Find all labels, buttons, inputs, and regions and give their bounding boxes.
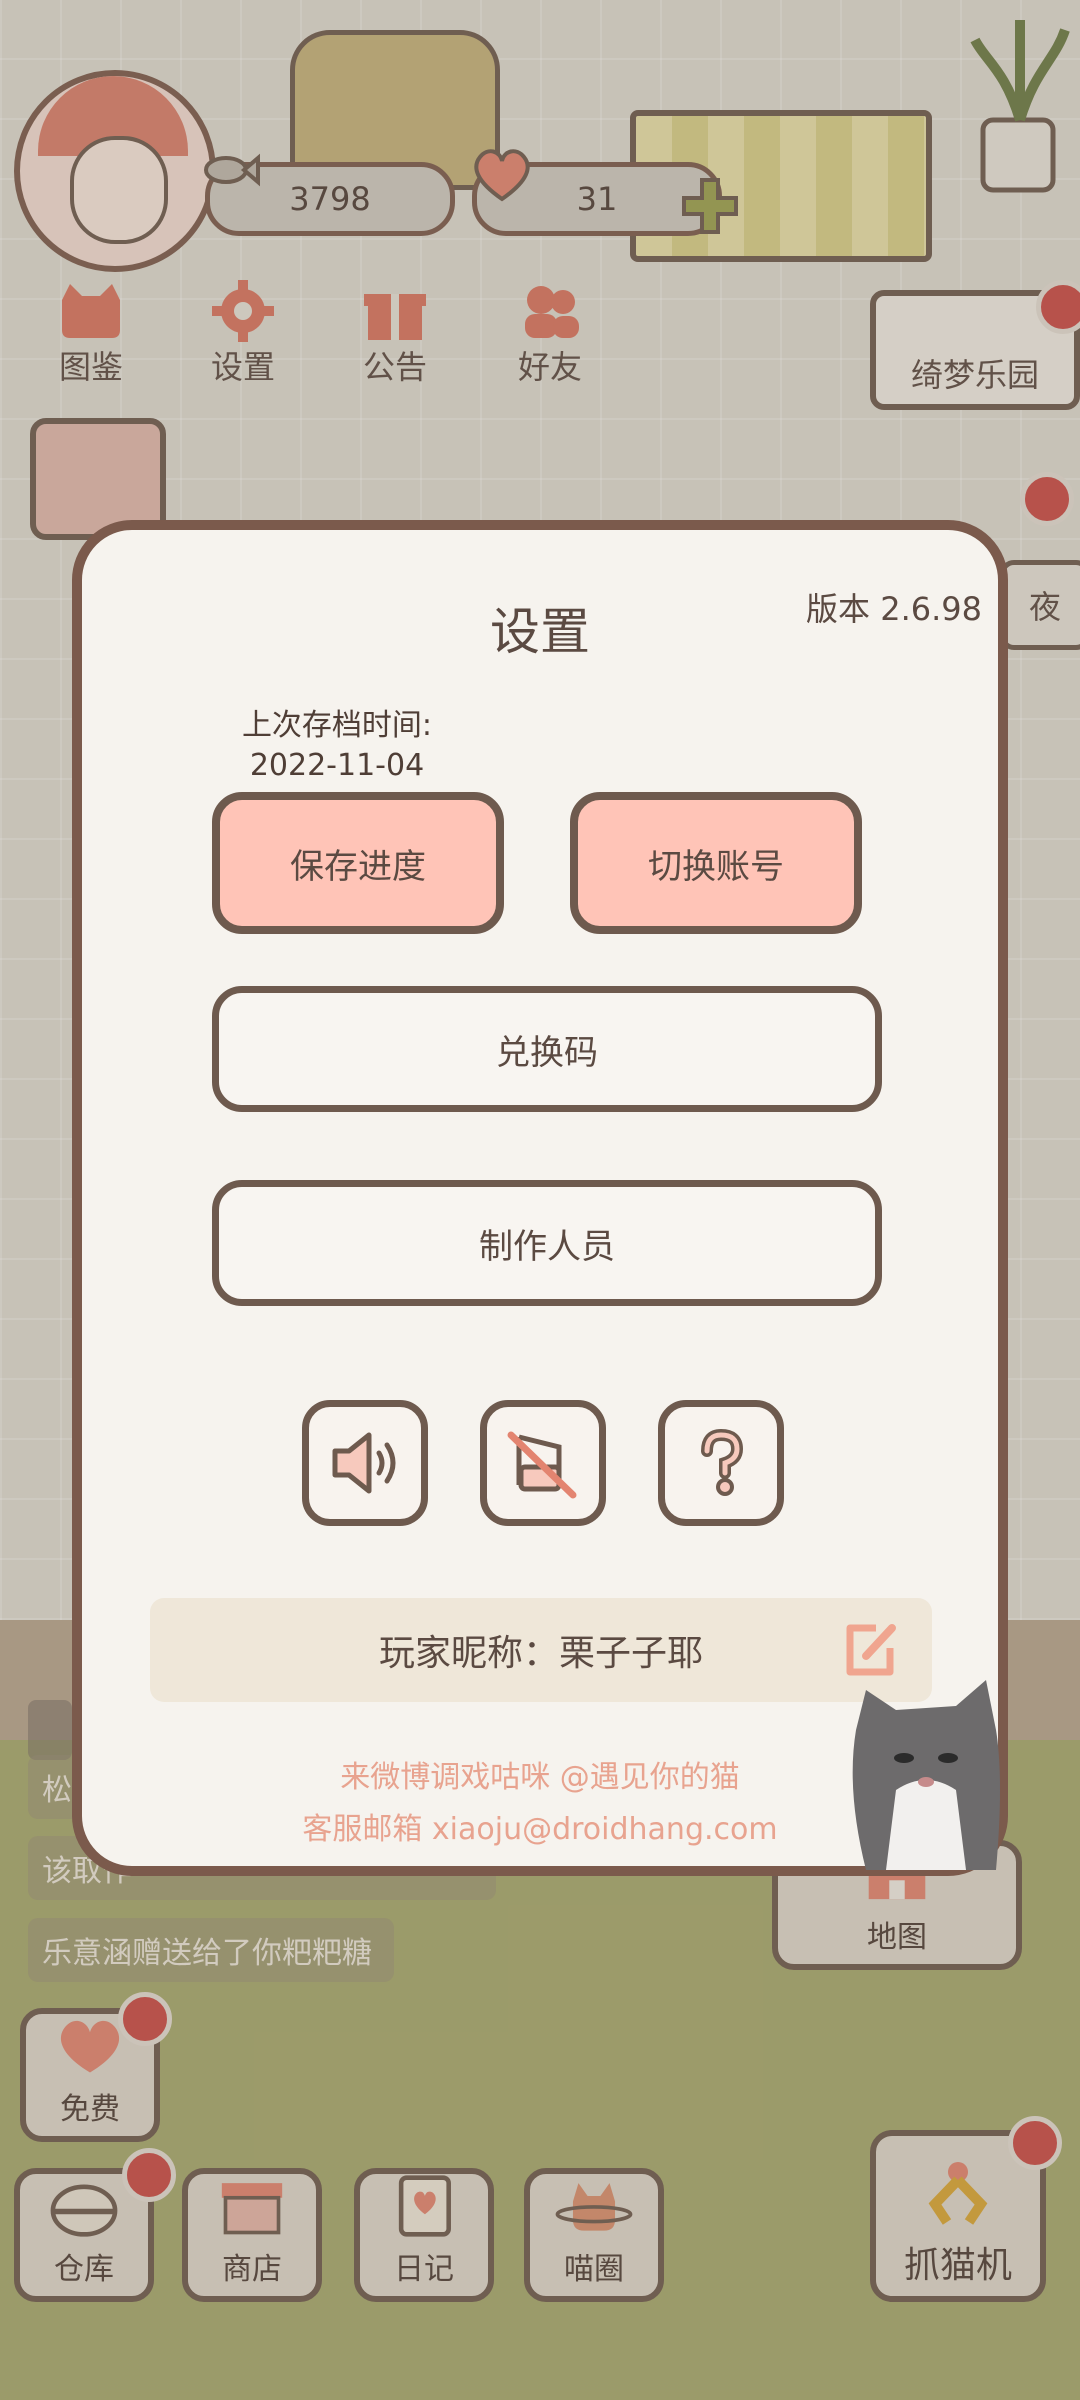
sound-toggle[interactable] (302, 1400, 428, 1526)
switch-account-label: 切换账号 (648, 846, 784, 887)
version-label: 版本 2.6.98 (806, 590, 982, 628)
nickname-field: 玩家昵称：栗子子耶 (150, 1598, 932, 1702)
credits-label: 制作人员 (479, 1226, 615, 1267)
last-save-label: 上次存档时间: (241, 708, 433, 743)
redeem-code-label: 兑换码 (496, 1032, 598, 1073)
music-muted-icon (507, 1431, 577, 1499)
help-button[interactable] (658, 1400, 784, 1526)
music-toggle[interactable] (480, 1400, 606, 1526)
save-progress-label: 保存进度 (290, 846, 426, 887)
speaker-icon (332, 1432, 396, 1494)
redeem-code-button[interactable]: 兑换码 (212, 986, 882, 1112)
credits-button[interactable]: 制作人员 (212, 1180, 882, 1306)
switch-account-button[interactable]: 切换账号 (570, 792, 862, 934)
save-progress-button[interactable]: 保存进度 (212, 792, 504, 934)
cat-sticker-icon (852, 1680, 1000, 1870)
nickname-text: 玩家昵称：栗子子耶 (378, 1633, 703, 1674)
question-mark-icon (701, 1428, 744, 1496)
